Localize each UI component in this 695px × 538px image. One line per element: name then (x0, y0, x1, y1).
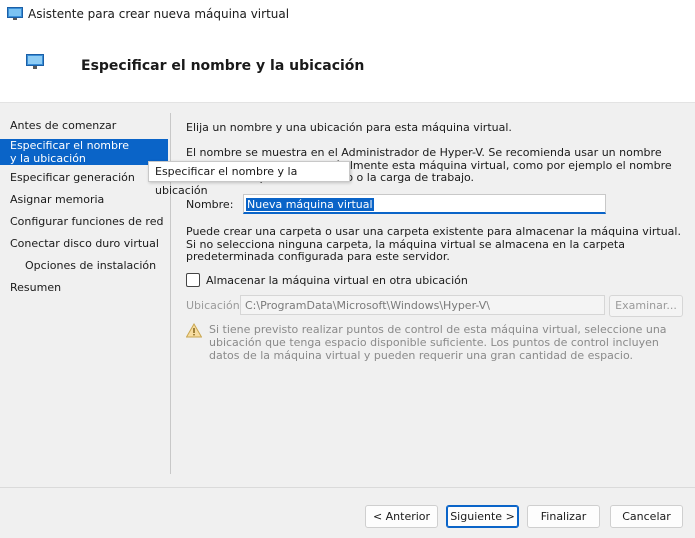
nav-item-disco[interactable]: Conectar disco duro virtual (0, 237, 168, 250)
name-input[interactable]: Nueva máquina virtual (243, 194, 606, 214)
nav-item-resumen[interactable]: Resumen (0, 281, 168, 294)
intro-text: Elija un nombre y una ubicación para est… (186, 121, 512, 134)
nav-item-nombre-ubicacion[interactable]: Especificar el nombre y la ubicación (0, 139, 168, 165)
nav-item-label: Especificar el nombre y la ubicación (10, 139, 130, 165)
store-elsewhere-label[interactable]: Almacenar la máquina virtual en otra ubi… (206, 274, 468, 287)
footer-divider (0, 487, 695, 488)
nav-item-generacion[interactable]: Especificar generación (0, 171, 168, 184)
warning-icon (186, 323, 202, 338)
browse-button[interactable]: Examinar... (609, 295, 683, 317)
checkpoint-warning-text: Si tiene previsto realizar puntos de con… (209, 323, 667, 362)
nav-tooltip: Especificar el nombre y la ubicación (148, 161, 350, 197)
folder-help-text: Puede crear una carpeta o usar una carpe… (186, 225, 681, 263)
location-input[interactable]: C:\ProgramData\Microsoft\Windows\Hyper-V… (240, 295, 605, 315)
store-elsewhere-checkbox[interactable] (186, 273, 200, 287)
window-title: Asistente para crear nueva máquina virtu… (28, 7, 290, 21)
title-bar: Asistente para crear nueva máquina virtu… (0, 0, 695, 30)
name-input-value: Nueva máquina virtual (246, 198, 374, 211)
monitor-icon (26, 54, 44, 69)
nav-item-red[interactable]: Configurar funciones de red (0, 215, 168, 228)
cancel-button[interactable]: Cancelar (610, 505, 683, 528)
next-button[interactable]: Siguiente > (446, 505, 519, 528)
location-label: Ubicación: (186, 299, 244, 312)
nav-item-instalacion[interactable]: Opciones de instalación (0, 259, 168, 272)
nav-item-memoria[interactable]: Asignar memoria (0, 193, 168, 206)
page-title: Especificar el nombre y la ubicación (81, 58, 365, 74)
back-button[interactable]: < Anterior (365, 505, 438, 528)
page-header: Especificar el nombre y la ubicación (0, 30, 695, 103)
nav-item-antes-de-comenzar[interactable]: Antes de comenzar (0, 119, 168, 132)
wizard-window: Asistente para crear nueva máquina virtu… (0, 0, 695, 538)
monitor-icon (7, 7, 23, 20)
finish-button[interactable]: Finalizar (527, 505, 600, 528)
